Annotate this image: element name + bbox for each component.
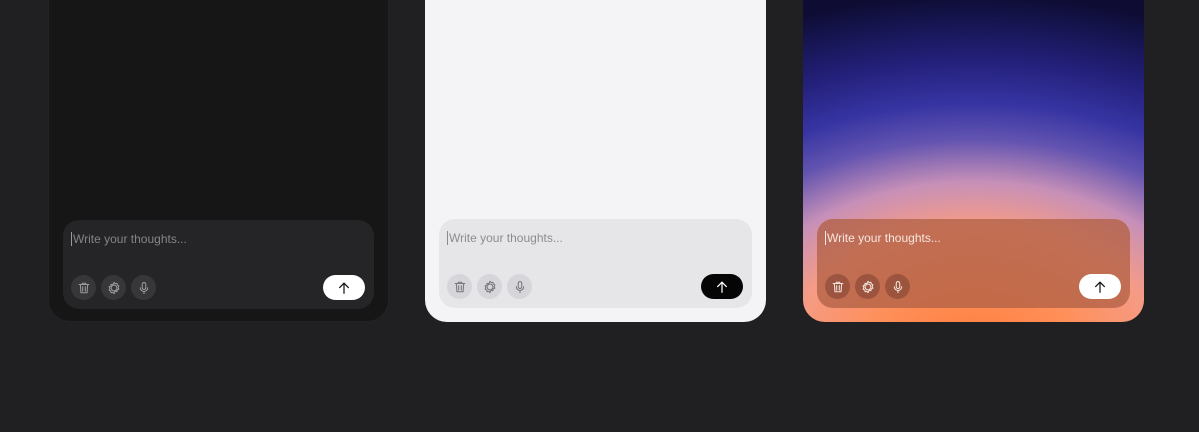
light-theme-screen: Write your thoughts... (425, 0, 766, 322)
text-caret (825, 231, 826, 245)
sparkle-icon (107, 281, 121, 295)
voice-button[interactable] (131, 275, 156, 300)
composer-tools (447, 274, 532, 299)
delete-button[interactable] (71, 275, 96, 300)
send-button[interactable] (701, 274, 743, 299)
sparkle-icon (861, 280, 875, 294)
composer: Write your thoughts... (439, 219, 752, 308)
voice-button[interactable] (885, 274, 910, 299)
thought-input[interactable]: Write your thoughts... (71, 231, 187, 247)
composer: Write your thoughts... (63, 220, 374, 309)
enhance-button[interactable] (855, 274, 880, 299)
microphone-icon (513, 280, 527, 294)
thought-input-placeholder: Write your thoughts... (827, 231, 941, 245)
thought-input-placeholder: Write your thoughts... (73, 232, 187, 246)
arrow-up-icon (337, 281, 351, 295)
microphone-icon (891, 280, 905, 294)
dark-theme-screen: Write your thoughts... (48, 0, 389, 322)
arrow-up-icon (1093, 280, 1107, 294)
text-caret (447, 231, 448, 245)
trash-icon (77, 281, 91, 295)
arrow-up-icon (715, 280, 729, 294)
delete-button[interactable] (825, 274, 850, 299)
sunset-theme-screen: Write your thoughts... (803, 0, 1144, 322)
microphone-icon (137, 281, 151, 295)
trash-icon (831, 280, 845, 294)
text-caret (71, 232, 72, 246)
enhance-button[interactable] (101, 275, 126, 300)
composer-tools (825, 274, 910, 299)
theme-showcase: Write your thoughts... Write your though… (0, 0, 1199, 432)
thought-input[interactable]: Write your thoughts... (447, 230, 563, 246)
enhance-button[interactable] (477, 274, 502, 299)
send-button[interactable] (1079, 274, 1121, 299)
delete-button[interactable] (447, 274, 472, 299)
trash-icon (453, 280, 467, 294)
send-button[interactable] (323, 275, 365, 300)
voice-button[interactable] (507, 274, 532, 299)
thought-input-placeholder: Write your thoughts... (449, 231, 563, 245)
sparkle-icon (483, 280, 497, 294)
thought-input[interactable]: Write your thoughts... (825, 230, 941, 246)
composer: Write your thoughts... (817, 219, 1130, 308)
composer-tools (71, 275, 156, 300)
